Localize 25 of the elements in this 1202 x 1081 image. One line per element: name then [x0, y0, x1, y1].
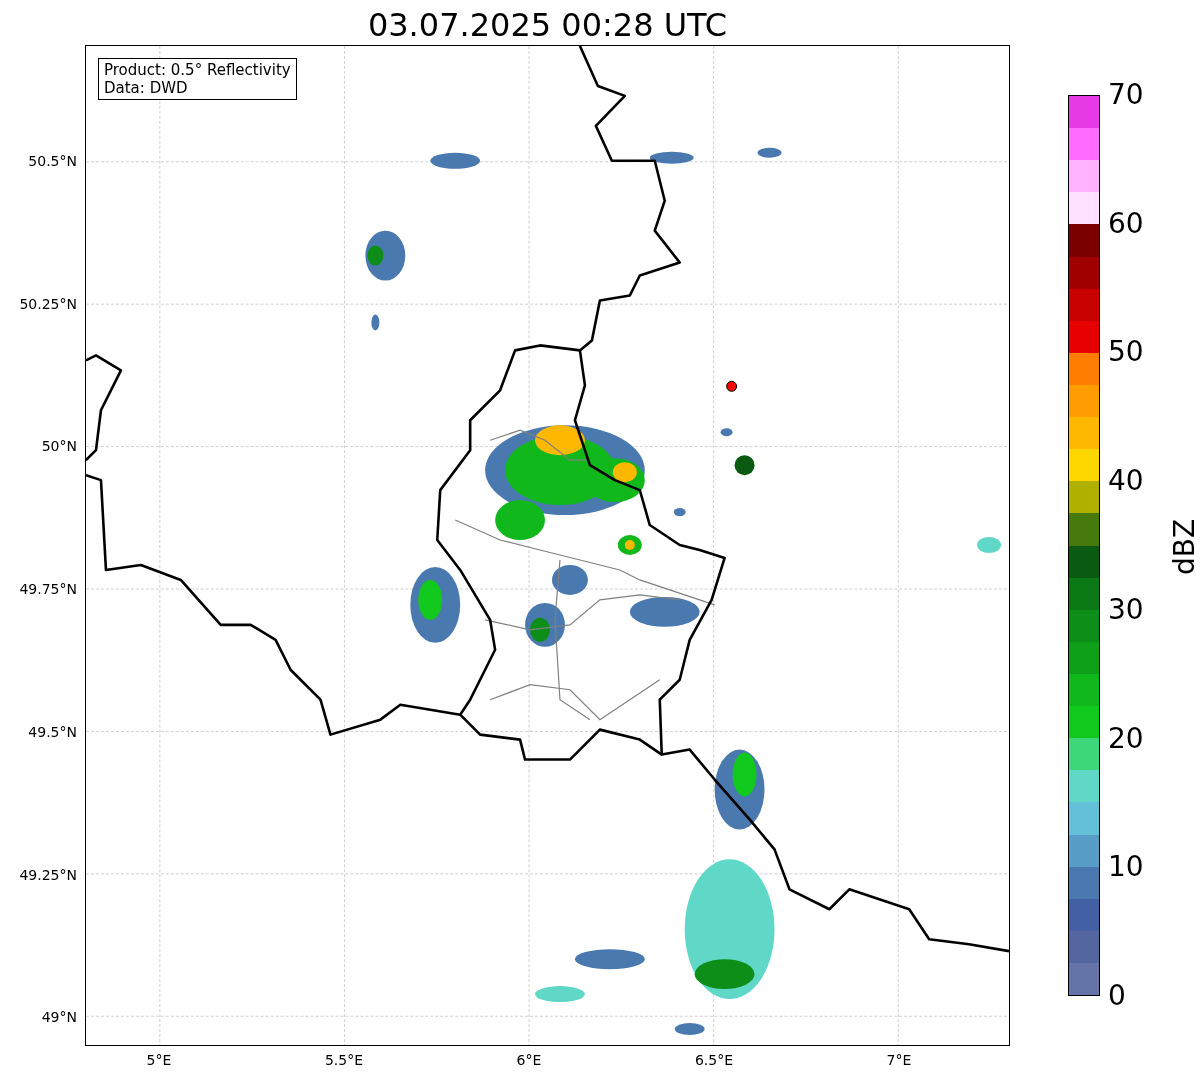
tick-label: 5°E	[146, 1052, 172, 1068]
tick-label: 50°N	[41, 438, 77, 455]
tick-label: 50	[1108, 337, 1144, 368]
tick-label: 70	[1108, 80, 1144, 110]
tick-label: 40	[1108, 466, 1144, 497]
location-marker	[726, 380, 738, 392]
tick-label: 5.5°E	[324, 1052, 364, 1068]
tick-label: 20	[1108, 723, 1144, 754]
tick-label: 50.5°N	[28, 153, 77, 169]
tick-label: 49.5°N	[28, 723, 77, 740]
tick-label: 10	[1108, 852, 1144, 883]
tick-label: 49°N	[41, 1009, 77, 1026]
tick-label: 6°E	[516, 1052, 542, 1068]
info-text: Product: 0.5° Reflectivity	[104, 61, 291, 79]
tick-label: 30	[1108, 594, 1144, 625]
tick-label: 0	[1108, 981, 1126, 1011]
tick-label: 60	[1108, 208, 1144, 239]
tick-label: 50.25°N	[19, 295, 77, 312]
info-text: Data: DWD	[104, 79, 189, 97]
chart-title: 03.07.2025 00:28 UTC	[367, 5, 728, 44]
tick-label: 7°E	[886, 1052, 912, 1068]
tick-label: 6.5°E	[694, 1052, 734, 1068]
tick-label: 49.25°N	[19, 866, 77, 883]
axis-label: dBZ	[1168, 518, 1201, 575]
tick-label: 49.75°N	[19, 581, 77, 598]
